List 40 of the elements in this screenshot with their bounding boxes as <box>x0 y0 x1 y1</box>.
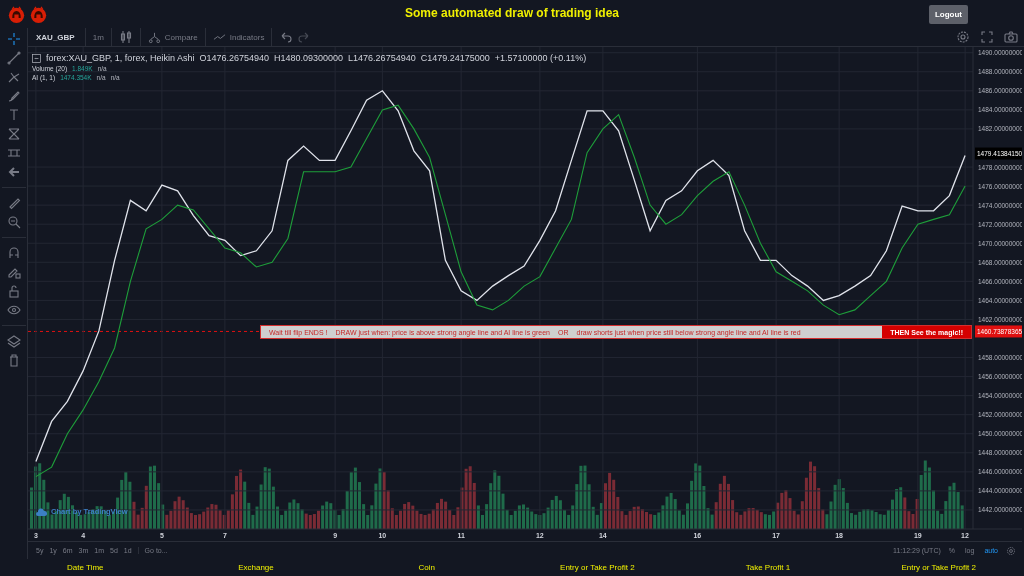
logout-button[interactable]: Logout <box>928 4 968 24</box>
camera-icon[interactable] <box>1004 30 1018 44</box>
fullscreen-icon[interactable] <box>980 30 994 44</box>
column-label: Entry or Take Profit 2 <box>560 562 635 572</box>
brush-icon[interactable] <box>6 89 21 103</box>
column-label: Date Time <box>67 562 104 572</box>
round-logo-icon[interactable] <box>30 5 47 23</box>
column-label: Coin <box>418 562 435 572</box>
crosshair-icon[interactable] <box>6 32 21 46</box>
symbol-button[interactable]: XAU_GBP <box>28 28 86 46</box>
settings-icon[interactable] <box>956 30 970 44</box>
series-title[interactable]: forex:XAU_GBP, 1, forex, Heikin Ashi <box>46 53 195 63</box>
ohlc-value: L1476.26754940 <box>348 53 416 63</box>
page-title: Some automated draw of trading idea <box>405 6 619 20</box>
zoom-in-icon[interactable] <box>6 215 21 229</box>
magnet-icon[interactable] <box>6 246 21 260</box>
eye-icon[interactable] <box>6 303 21 317</box>
hierarchy-icon <box>147 30 161 44</box>
column-label: Entry or Take Profit 2 <box>901 562 976 572</box>
interval-button[interactable]: 1m <box>85 28 112 46</box>
cloud-icon <box>36 507 47 516</box>
compare-button[interactable]: Compare <box>140 28 206 46</box>
round-logo-icon[interactable] <box>8 5 25 23</box>
indicators-button[interactable]: Indicators <box>205 28 273 46</box>
collapse-icon[interactable] <box>32 53 41 63</box>
ohlc-value: O1476.26754940 <box>199 53 269 63</box>
ohlc-value: H1480.09300000 <box>274 53 344 63</box>
line-tool-icon[interactable] <box>6 51 21 65</box>
candles-icon[interactable] <box>118 30 133 44</box>
undo-icon[interactable] <box>279 30 294 44</box>
lock-icon[interactable] <box>6 284 21 298</box>
measure-icon[interactable] <box>6 146 21 160</box>
layers-icon[interactable] <box>6 334 21 348</box>
column-label: Take Profit 1 <box>745 562 791 572</box>
ohlc-value: C1479.24175000 <box>420 53 490 63</box>
column-label: Exchange <box>238 562 274 572</box>
pattern-icon[interactable] <box>6 127 21 141</box>
settings-icon[interactable] <box>1006 545 1016 556</box>
back-arrow-icon[interactable] <box>6 165 21 179</box>
change-value: +1.57100000 (+0.11%) <box>494 53 587 63</box>
